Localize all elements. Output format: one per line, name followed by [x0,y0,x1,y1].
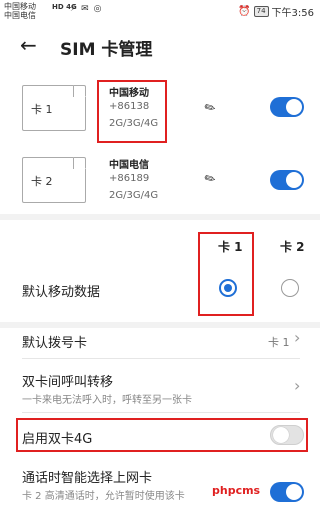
chevron-right-icon: › [294,328,301,347]
column-header-sim2: 卡 2 [280,240,305,254]
clock: 下午3:56 [271,8,314,19]
sim-2-networks: 2G/3G/4G [109,190,159,201]
default-dial-label[interactable]: 默认拨号卡 [22,332,87,351]
sim-card-1-icon: 卡 1 [22,85,86,131]
highlight-box-dual4g [16,418,308,452]
carrier-1-label: 中国移动 [4,2,36,11]
page-title: SIM 卡管理 [60,40,153,60]
default-data-label: 默认移动数据 [22,285,101,300]
sim-1-toggle[interactable] [270,97,304,117]
notification-icons: ⚡ ✉ ◎ [70,4,103,14]
battery-icon: 74 [253,6,269,17]
carrier-2-label: 中国电信 [4,11,36,20]
divider [22,358,300,359]
sim-2-carrier: 中国电信 [109,160,149,171]
sim-2-label: 卡 2 [31,175,53,188]
edit-sim-2-icon[interactable]: ✎ [202,170,219,188]
smart-select-label: 通话时智能选择上网卡 [22,471,153,486]
watermark: phpcms [212,484,261,497]
default-dial-value: 卡 1 [268,336,290,349]
highlight-box-sim1 [97,80,167,143]
section-divider [0,214,320,220]
status-bar: 中国移动 中国电信 HD 4G ⚡ ✉ ◎ ⏰ 74 下午3:56 [0,0,320,22]
page-header: ← SIM 卡管理 [0,28,320,64]
call-forward-description: 一卡来电无法呼入时，呼转至另一张卡 [22,395,192,406]
highlight-box-data [198,232,254,316]
call-forward-label[interactable]: 双卡间呼叫转移 [22,371,113,390]
chevron-right-icon: › [294,376,301,395]
edit-sim-1-icon[interactable]: ✎ [202,99,219,117]
alarm-icon: ⏰ [238,6,251,17]
section-divider-2 [0,322,320,328]
sim-card-2-icon: 卡 2 [22,157,86,203]
divider [22,412,300,413]
sim-1-label: 卡 1 [31,103,53,116]
sim-2-number: +86189 [109,173,150,184]
status-right: ⏰ 74 下午3:56 [238,4,314,19]
sim-2-toggle[interactable] [270,170,304,190]
smart-select-toggle[interactable] [270,482,304,502]
data-sim2-radio[interactable] [281,279,299,297]
smart-select-description: 卡 2 高清通话时，允许暂时使用该卡 [22,491,185,502]
back-arrow-icon[interactable]: ← [20,34,37,56]
